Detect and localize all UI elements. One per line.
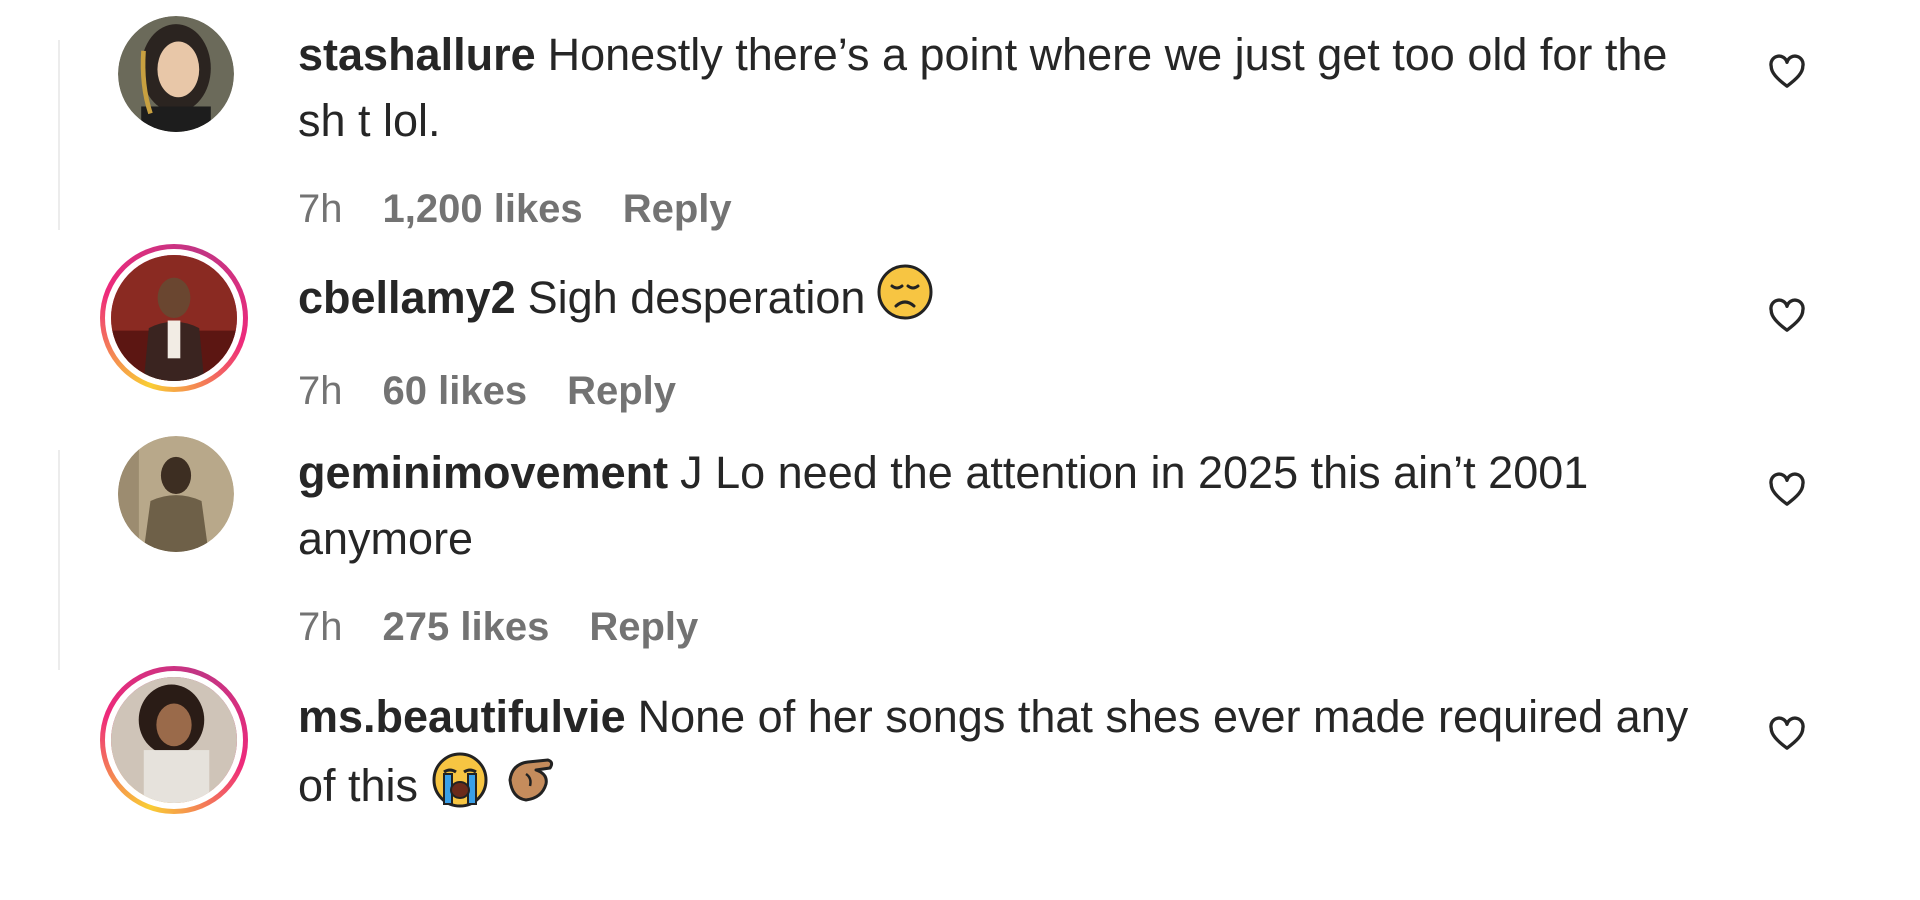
avatar-image	[111, 255, 237, 381]
heart-outline-icon[interactable]	[1767, 714, 1807, 754]
avatar[interactable]	[118, 436, 234, 552]
avatar-story-ring[interactable]	[100, 244, 248, 392]
comment-time[interactable]: 7h	[298, 369, 343, 413]
heart-outline-icon[interactable]	[1767, 52, 1807, 92]
comment-body: stashallure Honestly there’s a point wher…	[298, 22, 1718, 154]
comment-body: geminimovement J Lo need the attention in…	[298, 440, 1718, 572]
comment-time[interactable]: 7h	[298, 605, 343, 649]
avatar-story-ring[interactable]	[100, 666, 248, 814]
avatar-image	[111, 677, 237, 803]
comment-body: ms.beautifulvie None of her songs that sh…	[298, 684, 1718, 828]
loudly-crying-face-emoji	[430, 750, 490, 828]
reply-button[interactable]: Reply	[623, 187, 732, 231]
comment-username[interactable]: geminimovement	[298, 447, 668, 498]
comment-meta: 7h 60 likes Reply	[298, 366, 716, 416]
comment-body: cbellamy2 Sigh desperation	[298, 264, 1718, 338]
reply-button[interactable]: Reply	[567, 369, 676, 413]
avatar[interactable]	[118, 16, 234, 132]
comment-likes[interactable]: 1,200 likes	[383, 187, 583, 231]
heart-outline-icon[interactable]	[1767, 470, 1807, 510]
comment-text: Sigh desperation	[527, 271, 866, 323]
comment-likes[interactable]: 275 likes	[383, 605, 550, 649]
comment-time[interactable]: 7h	[298, 187, 343, 231]
avatar-image	[118, 436, 234, 552]
comment-username[interactable]: cbellamy2	[298, 272, 516, 323]
disappointed-face-emoji	[877, 264, 933, 338]
heart-outline-icon[interactable]	[1767, 296, 1807, 336]
reply-button[interactable]: Reply	[589, 605, 698, 649]
thread-line	[58, 450, 60, 670]
comment-meta: 7h 275 likes Reply	[298, 602, 738, 652]
comment-likes[interactable]: 60 likes	[383, 369, 528, 413]
comment-username[interactable]: ms.beautifulvie	[298, 691, 626, 742]
thread-line	[58, 40, 60, 230]
pinching-hand-emoji	[502, 750, 562, 828]
comment-meta: 7h 1,200 likes Reply	[298, 184, 772, 234]
avatar-image	[118, 16, 234, 132]
comment-username[interactable]: stashallure	[298, 29, 536, 80]
